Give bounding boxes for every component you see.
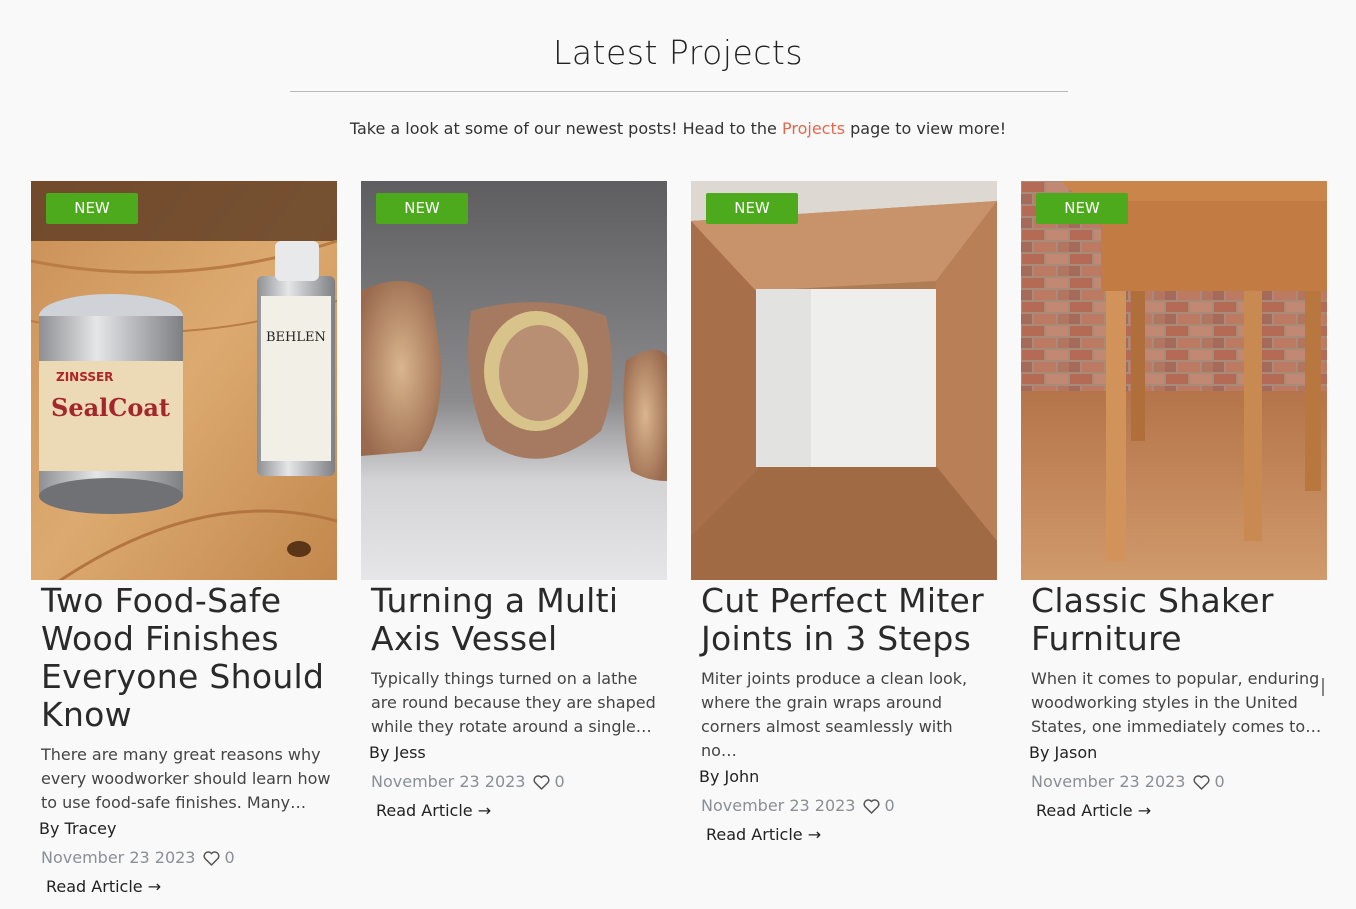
can-label-sealcoat: SealCoat: [51, 393, 170, 422]
read-article-link[interactable]: Read Article →: [46, 876, 161, 898]
read-article-link[interactable]: Read Article →: [706, 824, 821, 846]
section-title: Latest Projects: [552, 33, 804, 72]
card-author: By John: [699, 767, 760, 786]
card-title[interactable]: Classic Shaker Furniture: [1031, 582, 1323, 658]
scrollbar-thumb[interactable]: [1322, 678, 1324, 696]
card-image[interactable]: NEW: [361, 181, 667, 580]
project-card[interactable]: NEW Turning a Multi Axis Vessel Typicall…: [361, 181, 667, 822]
card-meta: November 23 2023 0: [701, 795, 997, 817]
new-badge: NEW: [46, 193, 138, 224]
card-excerpt: Typically things turned on a lathe are r…: [371, 669, 656, 736]
card-author: By Jason: [1029, 743, 1098, 762]
card-image[interactable]: NEW: [691, 181, 997, 580]
heart-icon[interactable]: [203, 850, 221, 866]
card-title[interactable]: Two Food-Safe Wood Finishes Everyone Sho…: [41, 582, 333, 734]
finish-cans-image: BEHLEN ZINSSER SealCoat: [31, 181, 337, 580]
card-date: November 23 2023: [41, 848, 196, 867]
like-count: 0: [224, 848, 235, 867]
card-excerpt: Miter joints produce a clean look, where…: [701, 669, 968, 760]
card-meta: November 23 2023 0: [41, 847, 337, 869]
can-label-behlen: BEHLEN: [266, 330, 326, 345]
like-count: 0: [554, 772, 565, 791]
card-date: November 23 2023: [1031, 772, 1186, 791]
heart-icon[interactable]: [533, 774, 551, 790]
new-badge: NEW: [1036, 193, 1128, 224]
can-label-zinsser: ZINSSER: [56, 370, 113, 384]
shaker-table-image: [1021, 181, 1327, 580]
heart-icon[interactable]: [863, 798, 881, 814]
title-divider: [290, 91, 1068, 92]
intro-text-after: page to view more!: [845, 119, 1007, 138]
card-meta: November 23 2023 0: [1031, 771, 1327, 793]
card-author: By Tracey: [39, 819, 117, 838]
new-badge: NEW: [706, 193, 798, 224]
read-article-link[interactable]: Read Article →: [1036, 800, 1151, 822]
project-card[interactable]: BEHLEN ZINSSER SealCoat NEW Two Food-Saf…: [31, 181, 337, 898]
project-card[interactable]: NEW Cut Perfect Miter Joints in 3 Steps …: [691, 181, 997, 846]
like-count: 0: [1214, 772, 1225, 791]
card-excerpt: When it comes to popular, enduring woodw…: [1031, 669, 1322, 736]
card-title[interactable]: Cut Perfect Miter Joints in 3 Steps: [701, 582, 993, 658]
card-image[interactable]: BEHLEN ZINSSER SealCoat NEW: [31, 181, 337, 580]
read-article-link[interactable]: Read Article →: [376, 800, 491, 822]
like-count: 0: [884, 796, 895, 815]
card-meta: November 23 2023 0: [371, 771, 667, 793]
section-intro: Take a look at some of our newest posts!…: [0, 118, 1356, 140]
heart-icon[interactable]: [1193, 774, 1211, 790]
card-excerpt: There are many great reasons why every w…: [41, 745, 331, 812]
latest-projects-section: Latest Projects Take a look at some of o…: [0, 0, 1356, 909]
card-title[interactable]: Turning a Multi Axis Vessel: [371, 582, 663, 658]
card-date: November 23 2023: [701, 796, 856, 815]
burl-vessels-image: [361, 181, 667, 580]
intro-text-before: Take a look at some of our newest posts!…: [349, 119, 782, 138]
card-author: By Jess: [369, 743, 426, 762]
card-date: November 23 2023: [371, 772, 526, 791]
projects-link[interactable]: Projects: [782, 119, 845, 138]
project-card[interactable]: NEW Classic Shaker Furniture When it com…: [1021, 181, 1327, 822]
card-image[interactable]: NEW: [1021, 181, 1327, 580]
new-badge: NEW: [376, 193, 468, 224]
miter-frame-image: [691, 181, 997, 580]
